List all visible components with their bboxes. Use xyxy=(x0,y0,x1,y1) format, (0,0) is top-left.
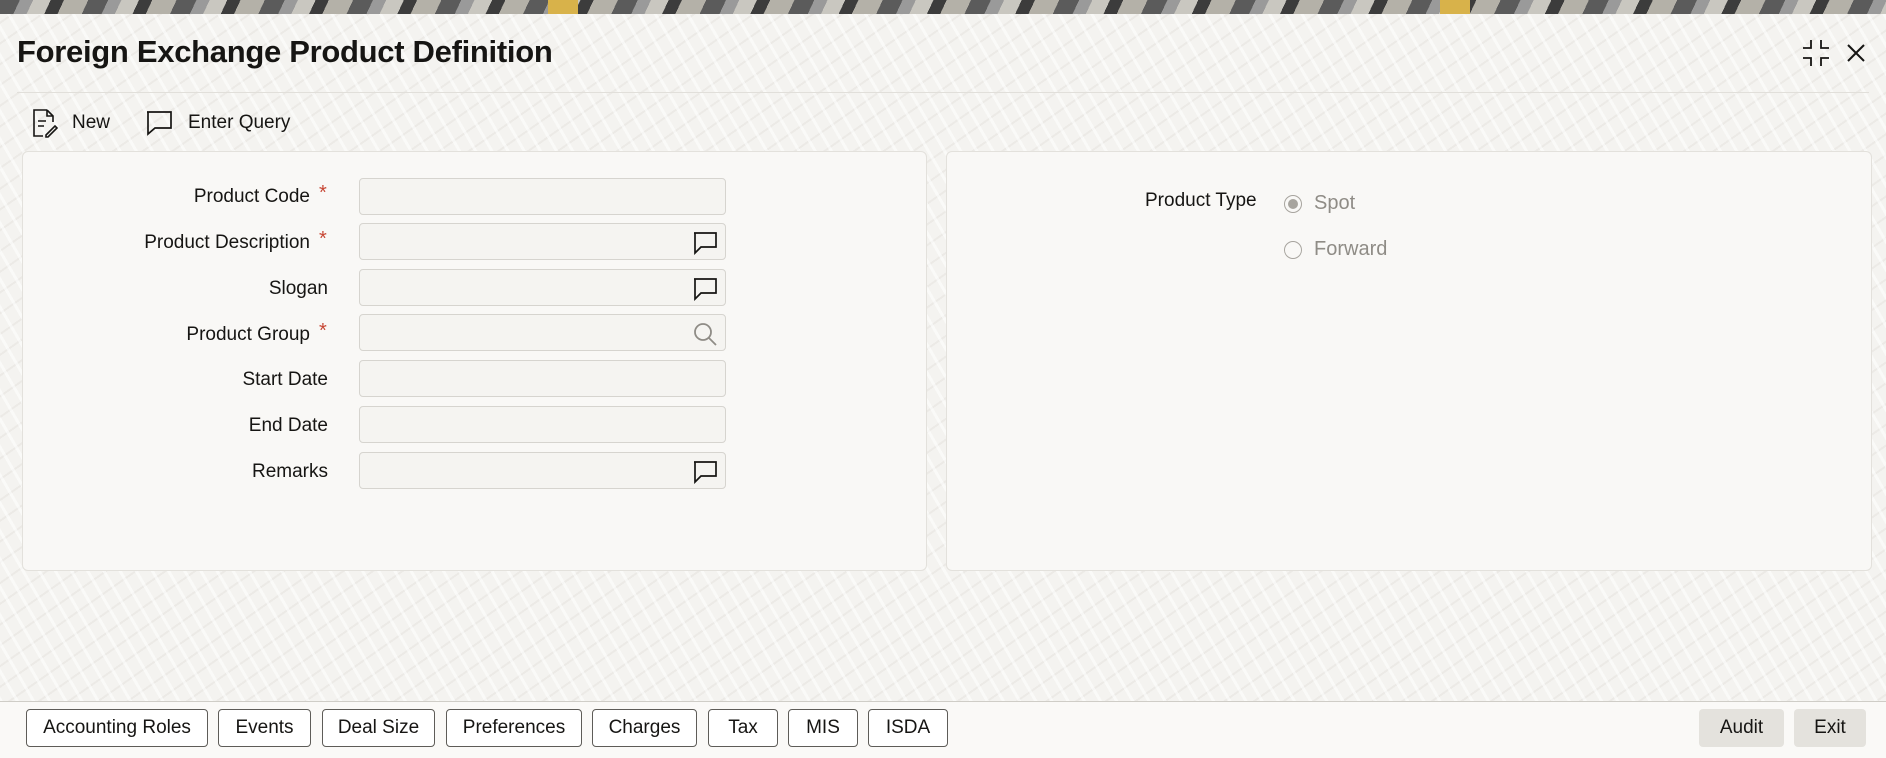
charges-button[interactable]: Charges xyxy=(592,709,697,747)
product-description-input[interactable] xyxy=(360,224,725,259)
required-marker: * xyxy=(319,320,327,342)
forward-radio-label: Forward xyxy=(1314,238,1388,260)
product-type-panel xyxy=(946,151,1872,571)
slogan-field[interactable] xyxy=(359,269,726,306)
spot-radio-label: Spot xyxy=(1314,192,1356,214)
title-divider xyxy=(17,92,1869,93)
end-date-field[interactable] xyxy=(359,406,726,443)
chat-bubble-icon xyxy=(694,278,717,301)
close-icon xyxy=(1847,44,1865,62)
required-marker: * xyxy=(319,228,327,250)
chat-bubble-icon xyxy=(147,111,172,136)
radio-selected-dot xyxy=(1288,198,1298,209)
audit-button[interactable]: Audit xyxy=(1699,709,1784,747)
slogan-label: Slogan xyxy=(268,278,328,299)
remarks-input[interactable] xyxy=(360,453,725,488)
new-document-icon xyxy=(33,109,58,138)
slogan-input[interactable] xyxy=(360,270,725,305)
product-type-spot-option[interactable]: Spot xyxy=(1284,192,1355,215)
tax-button[interactable]: Tax xyxy=(708,709,778,747)
strip-accent xyxy=(1440,0,1470,14)
start-date-input[interactable] xyxy=(360,361,725,396)
events-button[interactable]: Events xyxy=(218,709,311,747)
exit-button[interactable]: Exit xyxy=(1794,709,1866,747)
preferences-button[interactable]: Preferences xyxy=(446,709,582,747)
forward-radio[interactable] xyxy=(1284,240,1302,259)
isda-button[interactable]: ISDA xyxy=(868,709,948,747)
new-button-label: New xyxy=(72,112,111,133)
product-group-field[interactable] xyxy=(359,314,726,351)
accounting-roles-button[interactable]: Accounting Roles xyxy=(26,709,208,747)
chat-bubble-icon xyxy=(694,232,717,255)
restore-icon xyxy=(1803,40,1829,66)
product-group-label: Product Group xyxy=(186,324,310,345)
product-group-search-button[interactable] xyxy=(691,320,719,348)
new-button[interactable]: New xyxy=(30,104,110,142)
remarks-label: Remarks xyxy=(251,461,328,482)
close-button[interactable] xyxy=(1840,36,1872,70)
mis-button[interactable]: MIS xyxy=(788,709,858,747)
end-date-label: End Date xyxy=(248,415,328,436)
product-group-input[interactable] xyxy=(360,315,725,350)
start-date-label: Start Date xyxy=(242,369,328,390)
product-code-input[interactable] xyxy=(360,179,725,214)
restore-button[interactable] xyxy=(1800,36,1832,70)
spot-radio[interactable] xyxy=(1284,194,1302,213)
remarks-text-button[interactable] xyxy=(691,458,719,486)
enter-query-button[interactable]: Enter Query xyxy=(144,104,290,142)
product-code-label: Product Code xyxy=(193,186,310,207)
strip-accent xyxy=(548,0,578,14)
product-type-forward-option[interactable]: Forward xyxy=(1284,238,1387,261)
product-description-label: Product Description xyxy=(144,232,310,253)
page-title: Foreign Exchange Product Definition xyxy=(17,34,553,69)
product-code-field[interactable] xyxy=(359,178,726,215)
product-description-text-button[interactable] xyxy=(691,229,719,257)
chat-bubble-icon xyxy=(694,461,717,484)
deal-size-button[interactable]: Deal Size xyxy=(322,709,435,747)
header-decorative-strip xyxy=(0,0,1886,14)
product-type-label: Product Type xyxy=(1145,190,1257,211)
required-marker: * xyxy=(319,182,327,204)
enter-query-label: Enter Query xyxy=(188,112,291,133)
remarks-field[interactable] xyxy=(359,452,726,489)
end-date-input[interactable] xyxy=(360,407,725,442)
product-description-field[interactable] xyxy=(359,223,726,260)
search-icon xyxy=(694,323,717,346)
slogan-text-button[interactable] xyxy=(691,275,719,303)
start-date-field[interactable] xyxy=(359,360,726,397)
